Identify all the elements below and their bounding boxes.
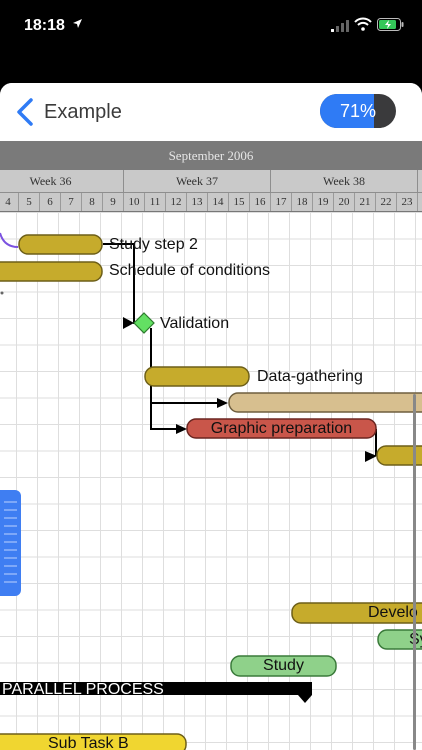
navigation-bar: Example 71% [0, 83, 422, 141]
vertical-scrollbar[interactable] [413, 394, 416, 750]
battery-charging-icon [377, 18, 405, 36]
task-label[interactable]: PARALLEL PROCESS [2, 681, 164, 699]
link-curve [0, 232, 19, 248]
back-label: Example [44, 100, 122, 123]
link-dot [0, 291, 4, 295]
task-label[interactable]: Study step 2 [109, 236, 198, 254]
bar-tan-task [228, 392, 422, 413]
back-button[interactable]: Example [14, 95, 122, 129]
task-label[interactable]: Develo [368, 604, 418, 622]
task-label[interactable]: Graphic preparation [187, 420, 376, 438]
cellular-signal-icon [331, 19, 349, 37]
bar-study-step-2 [18, 234, 103, 255]
modal-sheet: Example 71% September 2006 Week 36 Week … [0, 83, 422, 750]
gantt-chart[interactable]: September 2006 Week 36 Week 37 Week 38 4… [0, 141, 422, 750]
task-label[interactable]: Sub Task B [48, 735, 129, 750]
task-label[interactable]: Validation [160, 315, 229, 333]
location-arrow-icon [72, 18, 83, 32]
bar-schedule-of-conditions [0, 261, 103, 282]
status-time: 18:18 [24, 17, 65, 34]
status-bar: 18:18 [0, 0, 422, 52]
bar-data-gathering [144, 366, 250, 387]
task-label[interactable]: Schedule of conditions [109, 262, 270, 280]
chevron-left-icon [17, 98, 33, 126]
task-label[interactable]: Data-gathering [257, 368, 363, 386]
task-label[interactable]: Study [231, 657, 336, 675]
progress-indicator: 71% [320, 94, 396, 128]
progress-text: 71% [339, 101, 377, 121]
side-panel-handle[interactable] [0, 490, 21, 596]
wifi-icon [354, 17, 372, 36]
dependency-arrows [123, 317, 377, 462]
gantt-overlay [0, 232, 422, 750]
